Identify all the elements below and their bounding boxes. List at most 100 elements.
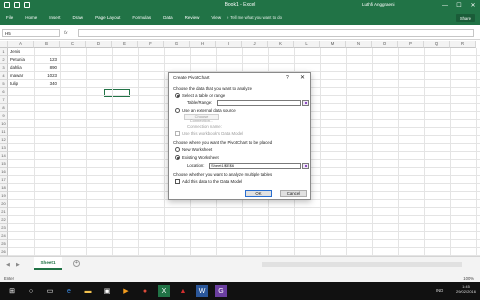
row-header[interactable]: 24: [0, 232, 8, 240]
column-header[interactable]: I: [216, 41, 242, 48]
maximize-icon[interactable]: ☐: [452, 0, 466, 11]
cell-b5[interactable]: 340: [34, 80, 57, 88]
next-sheet-icon[interactable]: ▶: [16, 262, 20, 268]
row-header[interactable]: 11: [0, 128, 8, 136]
word-icon[interactable]: W: [196, 285, 208, 297]
column-header[interactable]: L: [294, 41, 320, 48]
row-header[interactable]: 15: [0, 160, 8, 168]
row-header[interactable]: 26: [0, 248, 8, 256]
row-header[interactable]: 12: [0, 136, 8, 144]
tab-data[interactable]: Data: [163, 15, 173, 20]
zoom-level[interactable]: 100%: [463, 276, 474, 281]
add-sheet-button[interactable]: +: [73, 260, 80, 267]
row-header[interactable]: 22: [0, 216, 8, 224]
add-to-data-model-checkbox[interactable]: [175, 179, 180, 184]
chrome-icon[interactable]: ●: [139, 285, 151, 297]
tab-insert[interactable]: Insert: [49, 15, 60, 20]
column-header[interactable]: F: [138, 41, 164, 48]
tab-home[interactable]: Home: [25, 15, 37, 20]
cell-a2[interactable]: Petunia: [10, 56, 33, 64]
external-source-label[interactable]: Use an external data source: [182, 108, 236, 113]
language-indicator[interactable]: IND: [436, 288, 443, 293]
location-input[interactable]: Sheet1!$E$6: [209, 163, 301, 169]
row-header[interactable]: 17: [0, 176, 8, 184]
fx-icon[interactable]: fx: [64, 30, 68, 35]
column-header[interactable]: H: [190, 41, 216, 48]
user-name[interactable]: Luthfi Anggraeni: [362, 2, 395, 7]
column-header[interactable]: P: [398, 41, 424, 48]
range-select-icon[interactable]: [302, 100, 309, 106]
row-header[interactable]: 20: [0, 200, 8, 208]
row-header[interactable]: 5: [0, 80, 8, 88]
search-icon[interactable]: ○: [25, 285, 37, 297]
edge-browser-icon[interactable]: e: [63, 285, 75, 297]
media-icon[interactable]: ▶: [120, 285, 132, 297]
column-header[interactable]: D: [86, 41, 112, 48]
dialog-close-icon[interactable]: ✕: [300, 74, 305, 81]
column-header[interactable]: G: [164, 41, 190, 48]
cell-a1[interactable]: Jenis: [10, 48, 33, 56]
existing-worksheet-radio[interactable]: [175, 155, 180, 160]
row-header[interactable]: 8: [0, 104, 8, 112]
app-icon[interactable]: G: [215, 285, 227, 297]
new-worksheet-radio[interactable]: [175, 147, 180, 152]
row-header[interactable]: 10: [0, 120, 8, 128]
column-header[interactable]: A: [8, 41, 34, 48]
table-range-input[interactable]: [217, 100, 301, 106]
row-header[interactable]: 2: [0, 56, 8, 64]
row-header[interactable]: 7: [0, 96, 8, 104]
tab-draw[interactable]: Draw: [73, 15, 84, 20]
sheet-tab-sheet1[interactable]: Sheet1: [34, 257, 62, 270]
column-header[interactable]: N: [346, 41, 372, 48]
row-header[interactable]: 3: [0, 64, 8, 72]
column-header[interactable]: R: [450, 41, 476, 48]
share-button[interactable]: Share: [455, 14, 475, 22]
formula-input[interactable]: [78, 29, 474, 37]
store-icon[interactable]: ▣: [101, 285, 113, 297]
row-header[interactable]: 19: [0, 192, 8, 200]
select-all-corner[interactable]: [0, 41, 8, 48]
horizontal-scrollbar[interactable]: [262, 262, 462, 267]
column-header[interactable]: C: [60, 41, 86, 48]
close-icon[interactable]: ✕: [466, 0, 480, 11]
column-header[interactable]: E: [112, 41, 138, 48]
column-header[interactable]: O: [372, 41, 398, 48]
ok-button[interactable]: OK: [245, 190, 272, 197]
windows-start-icon[interactable]: ⊞: [6, 285, 18, 297]
column-header[interactable]: B: [34, 41, 60, 48]
existing-worksheet-label[interactable]: Existing Worksheet: [182, 155, 219, 160]
select-table-radio[interactable]: [175, 93, 180, 98]
excel-icon[interactable]: X: [158, 285, 170, 297]
row-header[interactable]: 16: [0, 168, 8, 176]
column-header[interactable]: M: [320, 41, 346, 48]
row-header[interactable]: 21: [0, 208, 8, 216]
column-header[interactable]: J: [242, 41, 268, 48]
external-source-radio[interactable]: [175, 108, 180, 113]
add-to-data-model-label[interactable]: Add this data to the Data Model: [182, 179, 242, 184]
row-header[interactable]: 1: [0, 48, 8, 56]
row-header[interactable]: 18: [0, 184, 8, 192]
cell-b2[interactable]: 123: [34, 56, 57, 64]
cell-a3[interactable]: dahlia: [10, 64, 33, 72]
new-worksheet-label[interactable]: New Worksheet: [182, 147, 212, 152]
row-header[interactable]: 25: [0, 240, 8, 248]
tell-me-search[interactable]: ♀ Tell me what you want to do: [226, 15, 282, 20]
name-box[interactable]: H5: [2, 29, 60, 37]
row-header[interactable]: 4: [0, 72, 8, 80]
minimize-icon[interactable]: —: [438, 0, 452, 11]
cell-a5[interactable]: tulip: [10, 80, 33, 88]
clock[interactable]: 1:45 29/02/2016: [456, 284, 476, 294]
tab-view[interactable]: View: [211, 15, 221, 20]
location-select-icon[interactable]: [302, 163, 309, 169]
select-table-label[interactable]: Select a table or range: [182, 93, 225, 98]
row-header[interactable]: 13: [0, 144, 8, 152]
task-view-icon[interactable]: ▭: [44, 285, 56, 297]
row-header[interactable]: 14: [0, 152, 8, 160]
acrobat-icon[interactable]: ▲: [177, 285, 189, 297]
choose-connection-button[interactable]: Choose Connection...: [184, 114, 219, 123]
tab-file[interactable]: File: [6, 15, 13, 20]
help-icon[interactable]: ?: [286, 75, 289, 81]
cell-b3[interactable]: 890: [34, 64, 57, 72]
cell-a4[interactable]: mawar: [10, 72, 33, 80]
prev-sheet-icon[interactable]: ◀: [6, 262, 10, 268]
